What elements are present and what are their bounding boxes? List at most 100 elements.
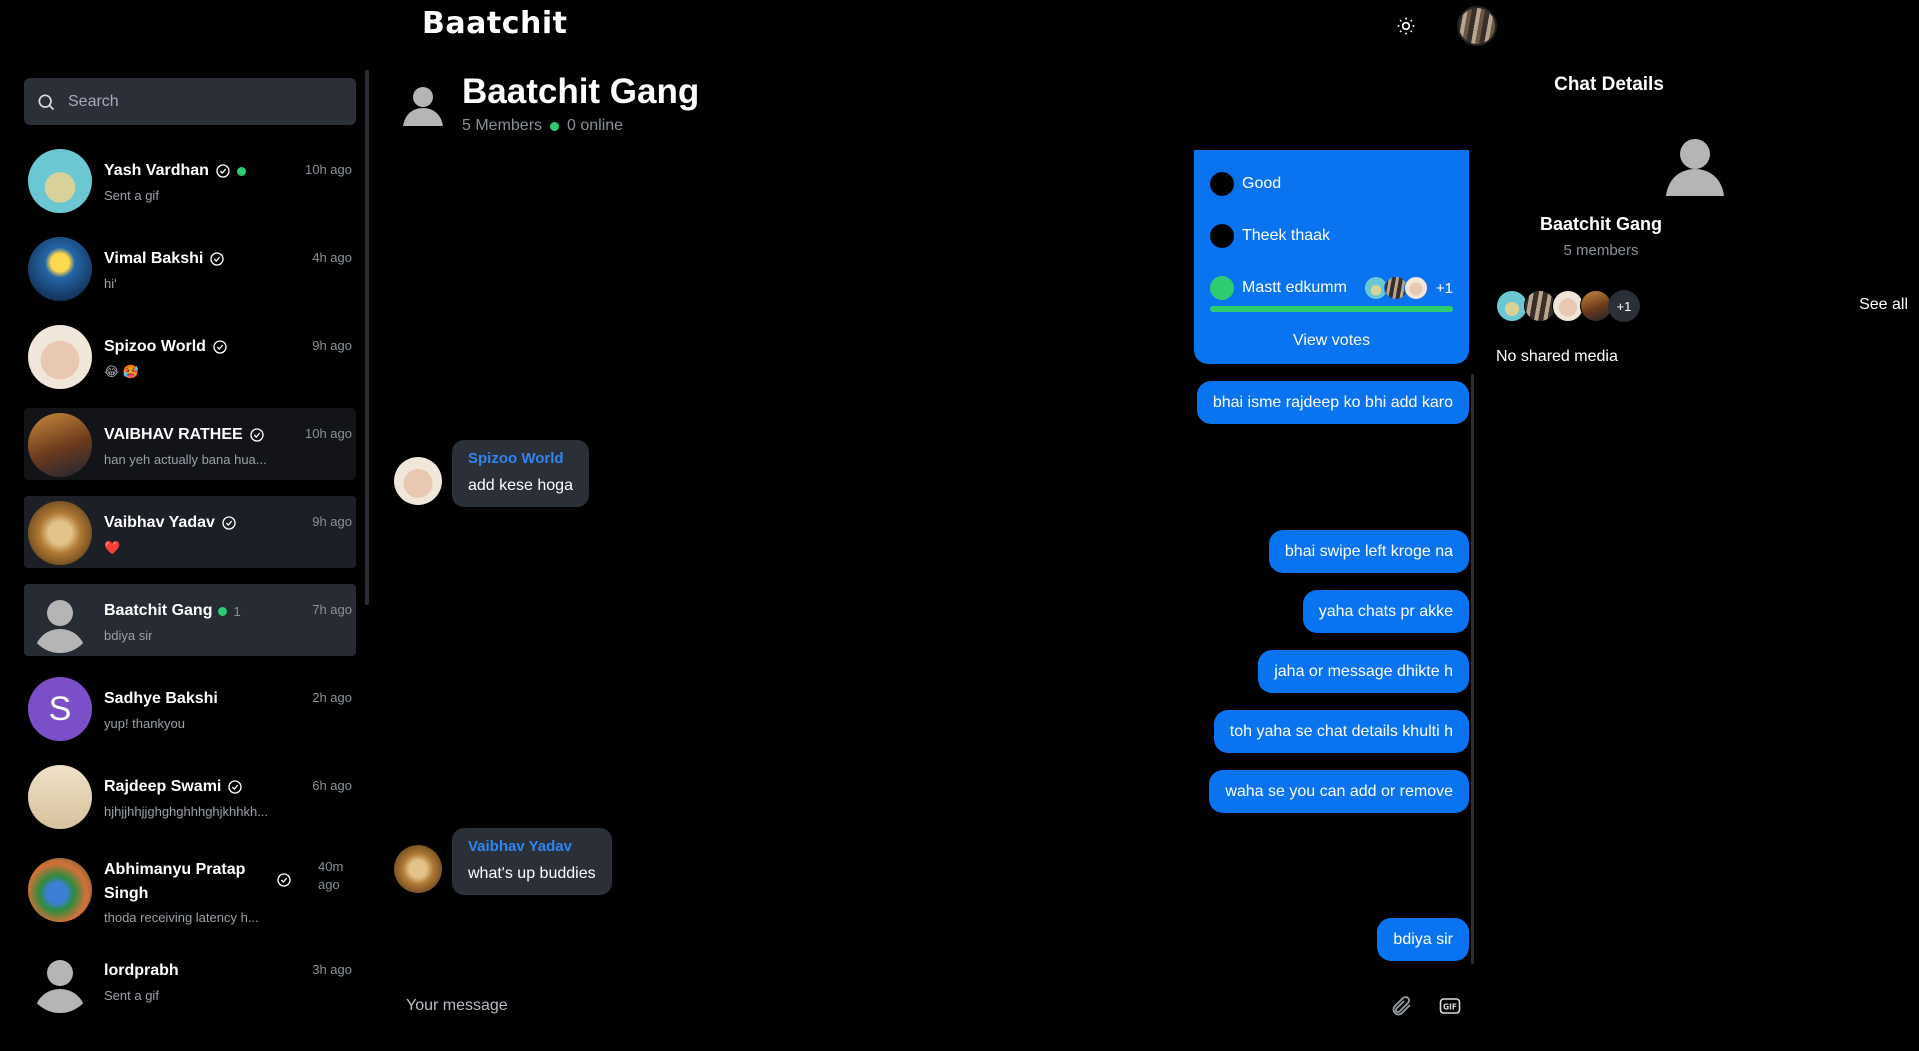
verified-icon	[222, 516, 236, 530]
avatar	[28, 413, 92, 477]
chat-scrollbar[interactable]	[1471, 374, 1474, 964]
conversation-title: Baatchit Gang	[462, 72, 700, 111]
chat-preview: Sent a gif	[104, 988, 159, 1003]
chat-list: Yash Vardhan Sent a gif 10h ago Vimal Ba…	[24, 144, 356, 1032]
chat-time: 2h ago	[312, 690, 352, 705]
message-outgoing: waha se you can add or remove	[1209, 770, 1469, 813]
sender-name[interactable]: Spizoo World	[468, 450, 573, 467]
avatar	[28, 501, 92, 565]
chat-preview: thoda receiving latency h...	[104, 910, 259, 925]
chat-time: 40m ago	[318, 859, 344, 892]
message-outgoing: yaha chats pr akke	[1302, 590, 1469, 633]
avatar	[28, 325, 92, 389]
conversation-subtitle: 5 Members 0 online	[462, 117, 623, 135]
chat-time: 10h ago	[305, 162, 352, 177]
message-composer: GIF	[394, 986, 1470, 1026]
chat-time: 9h ago	[312, 514, 352, 529]
sender-name[interactable]: Vaibhav Yadav	[468, 838, 596, 855]
chat-item-rajdeep-swami[interactable]: Rajdeep Swami hjhjjhhjjghghghhhghjkhhkh.…	[24, 760, 356, 832]
svg-text:GIF: GIF	[1443, 1003, 1457, 1012]
poll-radio[interactable]	[1210, 224, 1234, 248]
poll-voters: +1	[1363, 276, 1453, 300]
sun-icon	[1397, 17, 1415, 35]
poll-option[interactable]: Good	[1210, 158, 1453, 210]
online-count: 1	[233, 603, 241, 619]
poll-radio[interactable]	[1210, 276, 1234, 300]
chat-name: Baatchit Gang	[104, 602, 213, 619]
message-text: add kese hoga	[468, 477, 573, 494]
verified-icon	[277, 873, 291, 887]
app-root: Baatchit Yash Vardhan Sent a gif	[0, 0, 1919, 1051]
chat-time: 4h ago	[312, 250, 352, 265]
default-avatar-icon	[28, 949, 92, 1013]
chat-preview: hi'	[104, 276, 117, 291]
chat-time: 3h ago	[312, 962, 352, 977]
chat-name: lordprabh	[104, 962, 179, 979]
default-avatar-icon	[28, 589, 92, 653]
chat-time: 6h ago	[312, 778, 352, 793]
chat-name: Vaibhav Yadav	[104, 514, 215, 531]
poll-progress-bar	[1210, 306, 1453, 312]
group-avatar-icon	[403, 87, 443, 126]
poll-option-selected[interactable]: Mastt edkumm +1	[1210, 270, 1453, 306]
chat-time: 7h ago	[312, 602, 352, 617]
details-member-count: 5 members	[1563, 242, 1639, 259]
group-avatar-icon	[1666, 139, 1724, 196]
chat-item-baatchit-gang[interactable]: Baatchit Gang 1 bdiya sir 7h ago	[24, 584, 356, 656]
chat-item-vaibhav-rathee[interactable]: VAIBHAV RATHEE han yeh actually bana hua…	[24, 408, 356, 480]
verified-icon	[228, 780, 243, 794]
member-avatars[interactable]: +1	[1496, 290, 1640, 322]
poll-radio[interactable]	[1210, 172, 1234, 196]
gif-icon[interactable]: GIF	[1438, 994, 1462, 1018]
online-indicator	[218, 606, 228, 616]
chat-name: Abhimanyu Pratap Singh	[104, 861, 246, 902]
poll-extra-voters: +1	[1435, 279, 1453, 297]
chat-item-abhimanyu-pratap-singh[interactable]: Abhimanyu Pratap Singh thoda receiving l…	[24, 848, 356, 932]
chat-preview: Sent a gif	[104, 188, 159, 203]
user-avatar[interactable]	[1457, 6, 1497, 46]
brand-logo: Baatchit	[422, 6, 568, 41]
chat-item-yash-vardhan[interactable]: Yash Vardhan Sent a gif 10h ago	[24, 144, 356, 216]
chat-name: Yash Vardhan	[104, 162, 209, 179]
paperclip-icon[interactable]	[1390, 994, 1414, 1018]
sidebar-scrollbar[interactable]	[365, 70, 369, 605]
verified-icon	[250, 428, 264, 442]
chat-preview: ❤️	[104, 540, 121, 555]
search-bar	[24, 78, 356, 125]
poll-option-label: Mastt edkumm	[1242, 279, 1347, 296]
search-input[interactable]	[68, 92, 328, 111]
chat-name: VAIBHAV RATHEE	[104, 426, 243, 443]
chat-preview: hjhjjhhjjghghghhhghjkhhkh...	[104, 804, 269, 819]
chat-time: 10h ago	[305, 426, 352, 441]
theme-toggle-button[interactable]	[1392, 12, 1420, 40]
chat-preview: bdiya sir	[104, 628, 153, 643]
message-outgoing: jaha or message dhikte h	[1258, 650, 1469, 693]
view-votes-button[interactable]: View votes	[1210, 332, 1453, 350]
search-icon	[38, 94, 55, 110]
online-indicator	[550, 121, 560, 131]
chat-name: Vimal Bakshi	[104, 250, 204, 267]
shared-media-status: No shared media	[1496, 348, 1618, 365]
chat-item-spizoo-world[interactable]: Spizoo World 😂 🥵 9h ago	[24, 320, 356, 392]
avatar: S	[28, 677, 92, 741]
sender-avatar	[394, 845, 442, 893]
message-input[interactable]	[394, 997, 1354, 1015]
message-incoming: Spizoo World add kese hoga	[394, 440, 589, 507]
chat-name: Sadhye Bakshi	[104, 690, 218, 707]
chat-item-vaibhav-yadav[interactable]: Vaibhav Yadav ❤️ 9h ago	[24, 496, 356, 568]
poll-option-label: Theek thaak	[1242, 227, 1331, 244]
sidebar: Yash Vardhan Sent a gif 10h ago Vimal Ba…	[24, 78, 356, 1038]
details-group-name: Baatchit Gang	[1539, 214, 1663, 234]
verified-icon	[210, 252, 224, 266]
chat-item-sadhye-bakshi[interactable]: S Sadhye Bakshi yup! thankyou 2h ago	[24, 672, 356, 744]
see-all-button[interactable]: See all	[1859, 296, 1908, 314]
chat-item-vimal-bakshi[interactable]: Vimal Bakshi hi' 4h ago	[24, 232, 356, 304]
message-outgoing: bdiya sir	[1377, 918, 1469, 961]
chat-item-lordprabh[interactable]: lordprabh Sent a gif 3h ago	[24, 944, 356, 1016]
avatar	[28, 858, 92, 922]
online-status: 0 online	[567, 117, 624, 134]
chat-preview: han yeh actually bana hua...	[104, 452, 267, 467]
message-outgoing: toh yaha se chat details khulti h	[1213, 710, 1469, 753]
chat-time: 9h ago	[312, 338, 352, 353]
message-incoming: Vaibhav Yadav what's up buddies	[394, 828, 612, 895]
